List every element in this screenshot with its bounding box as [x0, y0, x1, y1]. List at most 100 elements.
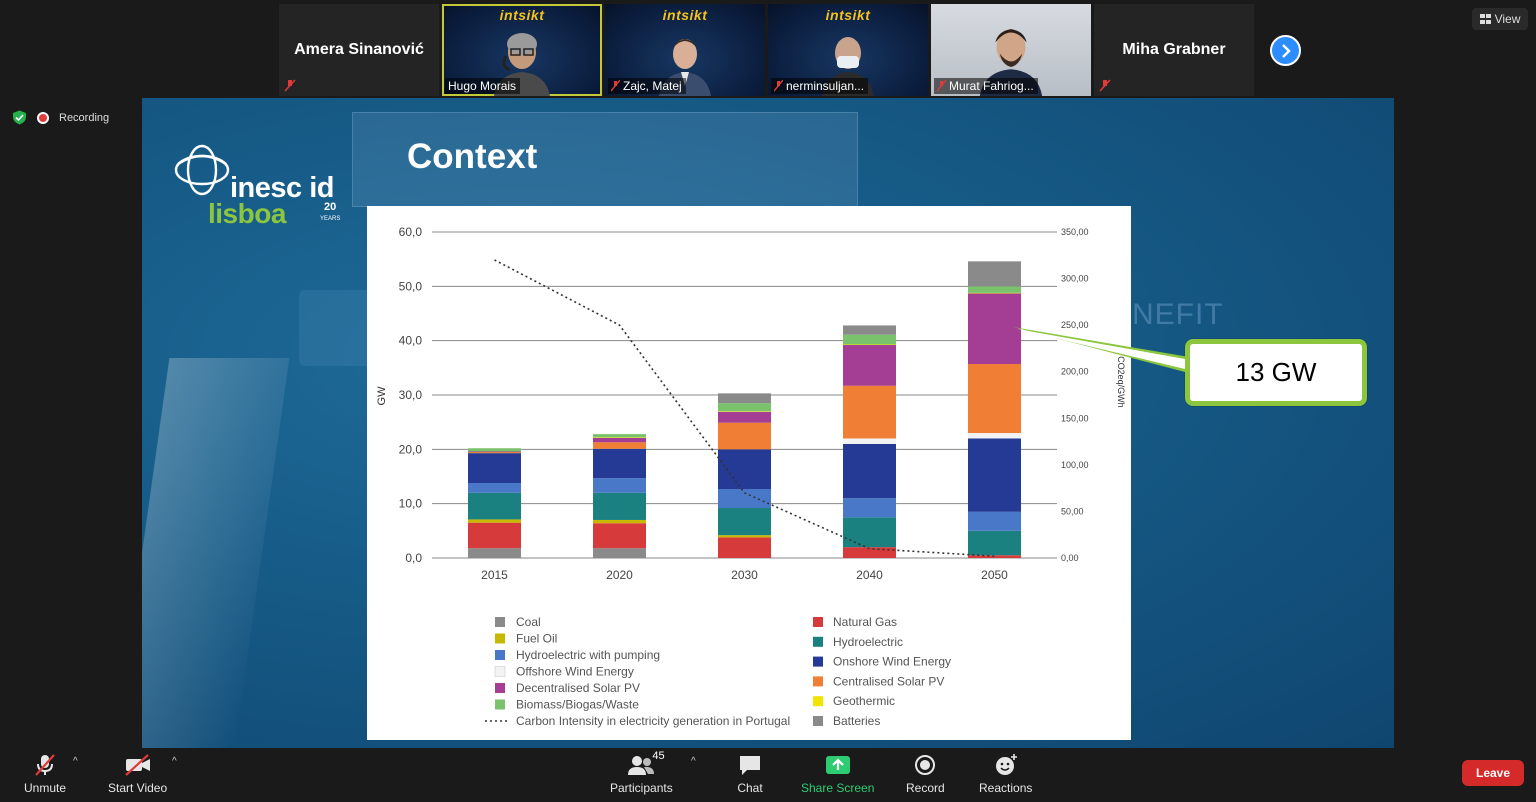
y-tick-label: 0,0: [405, 551, 422, 565]
bar-segment: [718, 403, 771, 412]
bar-segment: [968, 555, 1021, 558]
chevron-right-icon: [1281, 43, 1291, 58]
bar-segment: [468, 492, 521, 520]
legend-swatch: [495, 633, 505, 644]
participant-label: Murat Fahriog...: [934, 78, 1038, 94]
legend-swatch: [494, 666, 506, 677]
share-screen-icon: [825, 756, 850, 774]
recording-label: Recording: [59, 111, 110, 124]
share-screen-button[interactable]: Share Screen: [801, 752, 874, 795]
chat-label: Chat: [737, 781, 763, 795]
y-tick-label: 30,0: [399, 388, 423, 402]
participant-tile[interactable]: Amera Sinanović: [279, 4, 439, 96]
chat-button[interactable]: Chat: [735, 752, 765, 795]
participant-tile[interactable]: Miha Grabner: [1094, 4, 1254, 96]
leave-button[interactable]: Leave: [1462, 760, 1524, 786]
legend-swatch: [813, 656, 823, 667]
bar-segment: [468, 451, 521, 453]
intsikt-logo: intsikt: [499, 7, 545, 23]
legend-swatch: [495, 699, 505, 710]
record-button[interactable]: Record: [906, 752, 945, 795]
participant-tile[interactable]: Murat Fahriog...: [931, 4, 1091, 96]
participant-tile[interactable]: intsikt Zajc, Matej: [605, 4, 765, 96]
legend-label: Offshore Wind Energy: [516, 665, 634, 679]
audio-options-chevron-icon[interactable]: ^: [73, 756, 78, 767]
participants-button[interactable]: 45 Participants: [610, 750, 673, 795]
bar-segment: [843, 517, 896, 548]
legend-swatch: [813, 617, 823, 627]
legend-label: Decentralised Solar PV: [516, 681, 640, 695]
callout-text: 13 GW: [1235, 357, 1317, 387]
bar-segment: [718, 411, 771, 412]
participant-label: nerminsuljan...: [771, 78, 869, 94]
stacked-bar-chart: 0,0 10,0 20,0 30,0 40,0 50,0 60,0 0,00 50,00 100,…: [376, 225, 1126, 728]
bar-segment: [843, 443, 896, 499]
bar-segment: [718, 535, 771, 538]
legend-label: Onshore Wind Energy: [833, 655, 951, 669]
anniversary-label: YEARS: [320, 216, 341, 222]
bar-segment: [593, 548, 646, 558]
muted-mic-icon: [611, 80, 620, 92]
unmute-button[interactable]: Unmute: [24, 752, 66, 795]
participant-label: Zajc, Matej: [608, 78, 686, 94]
y-tick-label: 20,0: [399, 442, 423, 456]
y-tick-label: 10,0: [399, 497, 423, 511]
intsikt-logo: intsikt: [662, 7, 708, 23]
bar-segment: [718, 422, 771, 450]
y2-tick-label: 300,00: [1061, 274, 1089, 284]
muted-mic-icon: [35, 754, 55, 776]
slide-glow: [142, 358, 290, 748]
next-page-button[interactable]: [1270, 35, 1301, 66]
logo-text: lisboa: [208, 198, 286, 229]
muted-mic-icon: [1099, 79, 1111, 92]
unmute-label: Unmute: [24, 781, 67, 795]
y-tick-label: 40,0: [399, 334, 423, 348]
participant-tile[interactable]: intsikt nerminsuljan...: [768, 4, 928, 96]
legend-swatch: [495, 650, 505, 660]
y-tick-label: 60,0: [399, 225, 423, 239]
legend-swatch: [813, 676, 823, 687]
record-label: Record: [906, 781, 945, 795]
participant-count-badge: 45: [652, 750, 665, 762]
x-tick-label: 2020: [606, 568, 633, 582]
legend-label: Carbon Intensity in electricity generati…: [516, 714, 790, 728]
participant-name: Amera Sinanović: [294, 41, 424, 58]
bar-segment: [593, 437, 646, 438]
bar-segment: [718, 393, 771, 404]
y2-tick-label: 350,00: [1061, 227, 1089, 237]
bar-segment: [968, 530, 1021, 556]
bar-segment: [468, 483, 521, 493]
participant-name: Hugo Morais: [448, 79, 517, 93]
legend-label: Biomass/Biogas/Waste: [516, 698, 639, 712]
view-button[interactable]: View: [1472, 8, 1528, 30]
video-options-chevron-icon[interactable]: ^: [172, 756, 177, 767]
x-tick-label: 2030: [731, 568, 758, 582]
shield-icon[interactable]: [12, 110, 27, 125]
legend-swatch: [495, 683, 505, 693]
shared-screen: NEFIT inesc id lisboa 20 YEARS Context 0,…: [142, 98, 1394, 748]
bar-segment: [593, 492, 646, 520]
participant-name: Murat Fahriog...: [949, 79, 1034, 93]
callout-pointer: [1013, 327, 1189, 373]
view-label: View: [1494, 12, 1521, 26]
reactions-button[interactable]: Reactions: [979, 752, 1032, 795]
bar-segment: [968, 433, 1021, 439]
participant-tile[interactable]: intsikt Hugo Morais: [442, 4, 602, 96]
muted-mic-icon: [284, 79, 296, 92]
anniversary-number: 20: [324, 201, 337, 213]
bar-segment: [468, 522, 521, 549]
y2-tick-label: 0,00: [1061, 553, 1079, 563]
start-video-button[interactable]: Start Video: [108, 752, 167, 795]
y-axis-label: GW: [376, 386, 388, 406]
grid-view-icon: [1479, 14, 1491, 24]
legend-label: Hydroelectric with pumping: [516, 648, 660, 662]
participants-options-chevron-icon[interactable]: ^: [691, 756, 696, 767]
participant-name: nerminsuljan...: [786, 79, 865, 93]
slide-title: Context: [407, 137, 538, 176]
bar-segment: [718, 537, 771, 558]
record-icon: [915, 755, 936, 775]
bar-segment: [593, 478, 646, 493]
bar-segment: [468, 448, 521, 452]
leave-label: Leave: [1475, 766, 1511, 780]
x-tick-label: 2015: [481, 568, 508, 582]
